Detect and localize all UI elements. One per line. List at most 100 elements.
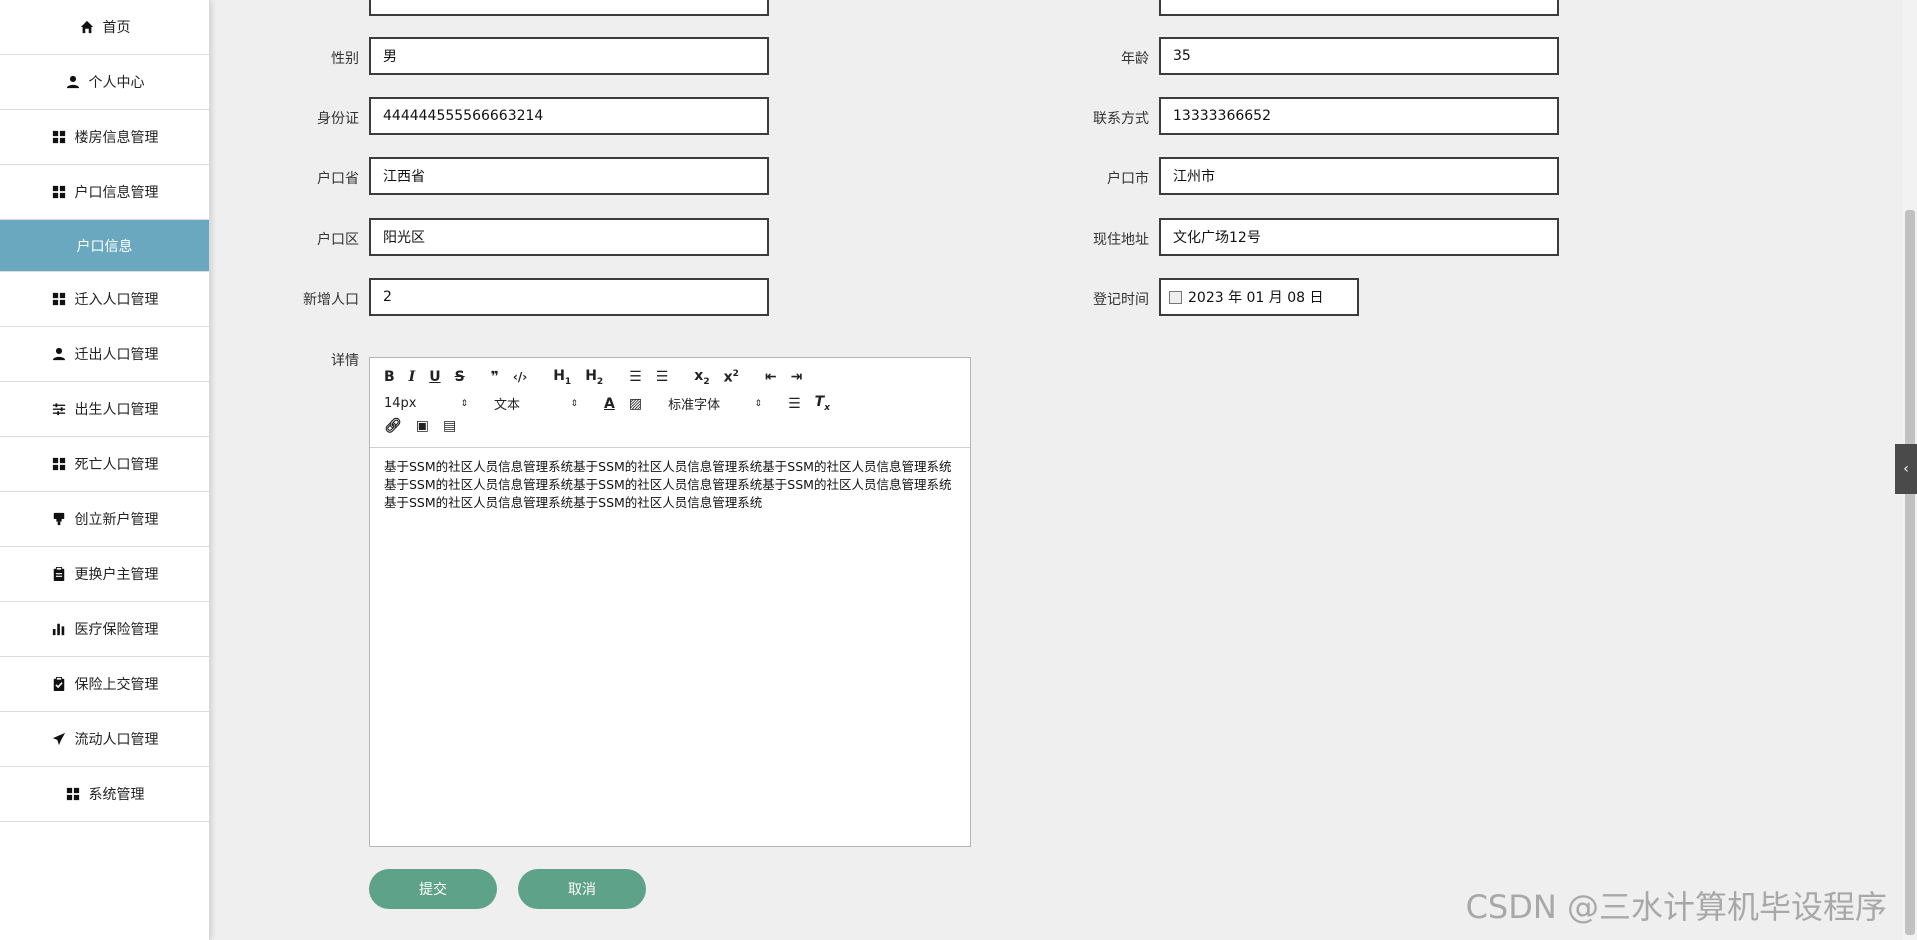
regtime-field[interactable]: 2023 年 01 月 08 日 [1159, 278, 1359, 316]
age-field[interactable]: 35 [1159, 37, 1559, 75]
sidebar-item-label: 系统管理 [88, 787, 145, 803]
clear-format-icon[interactable]: Tx [815, 394, 830, 413]
sidebar-item-household-info[interactable]: 户口信息 [0, 220, 209, 272]
sidebar-item-label: 户口信息管理 [74, 185, 159, 201]
sidebar-item-label: 死亡人口管理 [74, 457, 159, 473]
blockquote-icon[interactable]: ❞ [491, 369, 499, 385]
bar-chart-icon [51, 621, 67, 637]
grid-icon [51, 184, 67, 200]
district-field[interactable]: 阳光区 [369, 218, 769, 256]
clipboard-check-icon [51, 676, 67, 692]
sliders-icon [51, 401, 67, 417]
sidebar-item-medical-insurance[interactable]: 医疗保险管理 [0, 602, 209, 657]
sidebar-item-label: 出生人口管理 [74, 402, 159, 418]
heading1-icon[interactable]: H1 [553, 368, 571, 387]
scrollbar-thumb[interactable] [1905, 210, 1915, 935]
address-label: 现住地址 [1093, 232, 1149, 248]
link-icon[interactable]: 🔗︎ [384, 418, 402, 434]
image-icon[interactable]: ▣ [416, 418, 429, 434]
gender-field[interactable]: 男 [369, 37, 769, 75]
sidebar-item-home[interactable]: 首页 [0, 0, 209, 55]
select-arrow-icon: ⇕ [754, 398, 763, 409]
editor-toolbar: B I U S ❞ ‹/› H1 H2 ☰ ☰ x2 x2 ⇤ ⇥ 14px ⇕ … [370, 358, 970, 448]
sidebar-item-building-info[interactable]: 楼房信息管理 [0, 110, 209, 165]
sidebar-item-label: 楼房信息管理 [74, 130, 159, 146]
contact-label: 联系方式 [1093, 111, 1149, 127]
sidebar-item-label: 保险上交管理 [74, 677, 159, 693]
sidebar-item-personal-center[interactable]: 个人中心 [0, 55, 209, 110]
regtime-value: 2023 年 01 月 08 日 [1188, 290, 1324, 306]
text-type-value: 文本 [494, 398, 521, 413]
font-color-icon[interactable]: A [604, 396, 615, 412]
bold-icon[interactable]: B [384, 369, 395, 385]
strikethrough-icon[interactable]: S [455, 369, 465, 385]
underline-icon[interactable]: U [429, 369, 440, 385]
grid-icon [65, 786, 81, 802]
text-type-select[interactable]: 文本 ⇕ [494, 394, 578, 413]
bullet-list-icon[interactable]: ☰ [656, 369, 669, 385]
font-family-value: 标准字体 [668, 398, 721, 413]
align-icon[interactable]: ☰ [788, 396, 801, 412]
sidebar-item-birth[interactable]: 出生人口管理 [0, 382, 209, 437]
sidebar-item-system[interactable]: 系统管理 [0, 767, 209, 822]
sidebar-item-label: 户口信息 [76, 238, 133, 255]
superscript-icon[interactable]: x2 [724, 369, 739, 386]
city-field[interactable]: 江州市 [1159, 157, 1559, 195]
cancel-button[interactable]: 取消 [518, 869, 646, 909]
idcard-field[interactable]: 444444555566663214 [369, 97, 769, 135]
font-family-select[interactable]: 标准字体 ⇕ [668, 394, 762, 413]
font-size-value: 14px [384, 396, 417, 411]
italic-icon[interactable]: I [409, 369, 416, 385]
sidebar-item-label: 首页 [102, 20, 131, 36]
grid-icon [51, 129, 67, 145]
sidebar-item-death[interactable]: 死亡人口管理 [0, 437, 209, 492]
sidebar-item-floating-population[interactable]: 流动人口管理 [0, 712, 209, 767]
district-label: 户口区 [317, 232, 359, 248]
sidebar-item-move-in[interactable]: 迁入人口管理 [0, 272, 209, 327]
province-field[interactable]: 江西省 [369, 157, 769, 195]
submit-button[interactable]: 提交 [369, 869, 497, 909]
grid-icon [51, 456, 67, 472]
background-color-icon[interactable]: ▨ [629, 396, 642, 412]
paper-plane-icon [51, 731, 67, 747]
indent-icon[interactable]: ⇥ [791, 369, 803, 385]
heading2-icon[interactable]: H2 [585, 368, 603, 387]
grid-icon [51, 291, 67, 307]
top-field-right[interactable] [1159, 0, 1559, 16]
video-icon[interactable]: ▤ [443, 418, 456, 434]
sidebar-item-household-management[interactable]: 户口信息管理 [0, 165, 209, 220]
sidebar-item-label: 迁出人口管理 [74, 347, 159, 363]
address-field[interactable]: 文化广场12号 [1159, 218, 1559, 256]
rich-text-editor[interactable]: B I U S ❞ ‹/› H1 H2 ☰ ☰ x2 x2 ⇤ ⇥ 14px ⇕ … [369, 357, 971, 847]
select-arrow-icon: ⇕ [570, 398, 578, 409]
contact-field[interactable]: 13333366652 [1159, 97, 1559, 135]
sidebar-item-move-out[interactable]: 迁出人口管理 [0, 327, 209, 382]
code-icon[interactable]: ‹/› [513, 370, 527, 384]
ordered-list-icon[interactable]: ☰ [629, 369, 642, 385]
sidebar-item-label: 创立新户管理 [74, 512, 159, 528]
top-field-left[interactable] [369, 0, 769, 16]
calendar-icon [1169, 290, 1182, 304]
idcard-label: 身份证 [317, 111, 359, 127]
sidebar-item-change-head[interactable]: 更换户主管理 [0, 547, 209, 602]
outdent-icon[interactable]: ⇤ [765, 369, 777, 385]
clipboard-icon [51, 566, 67, 582]
user-icon [65, 74, 81, 90]
newpeople-field[interactable]: 2 [369, 278, 769, 316]
home-icon [79, 19, 95, 35]
sidebar-item-label: 医疗保险管理 [74, 622, 159, 638]
editor-content[interactable]: 基于SSM的社区人员信息管理系统基于SSM的社区人员信息管理系统基于SSM的社区… [370, 448, 970, 522]
gender-label: 性别 [331, 51, 359, 67]
sidebar-item-label: 迁入人口管理 [74, 292, 159, 308]
watermark: CSDN @三水计算机毕设程序 [1465, 888, 1887, 926]
font-size-select[interactable]: 14px ⇕ [384, 396, 468, 411]
sidebar-item-label: 个人中心 [88, 75, 145, 91]
sidebar-item-new-household[interactable]: 创立新户管理 [0, 492, 209, 547]
province-label: 户口省 [317, 171, 359, 187]
collapse-panel-button[interactable]: ‹ [1895, 444, 1917, 494]
sidebar-item-insurance-payment[interactable]: 保险上交管理 [0, 657, 209, 712]
sidebar-item-label: 流动人口管理 [74, 732, 159, 748]
age-label: 年龄 [1121, 51, 1149, 67]
subscript-icon[interactable]: x2 [694, 368, 709, 387]
detail-label: 详情 [331, 353, 359, 369]
